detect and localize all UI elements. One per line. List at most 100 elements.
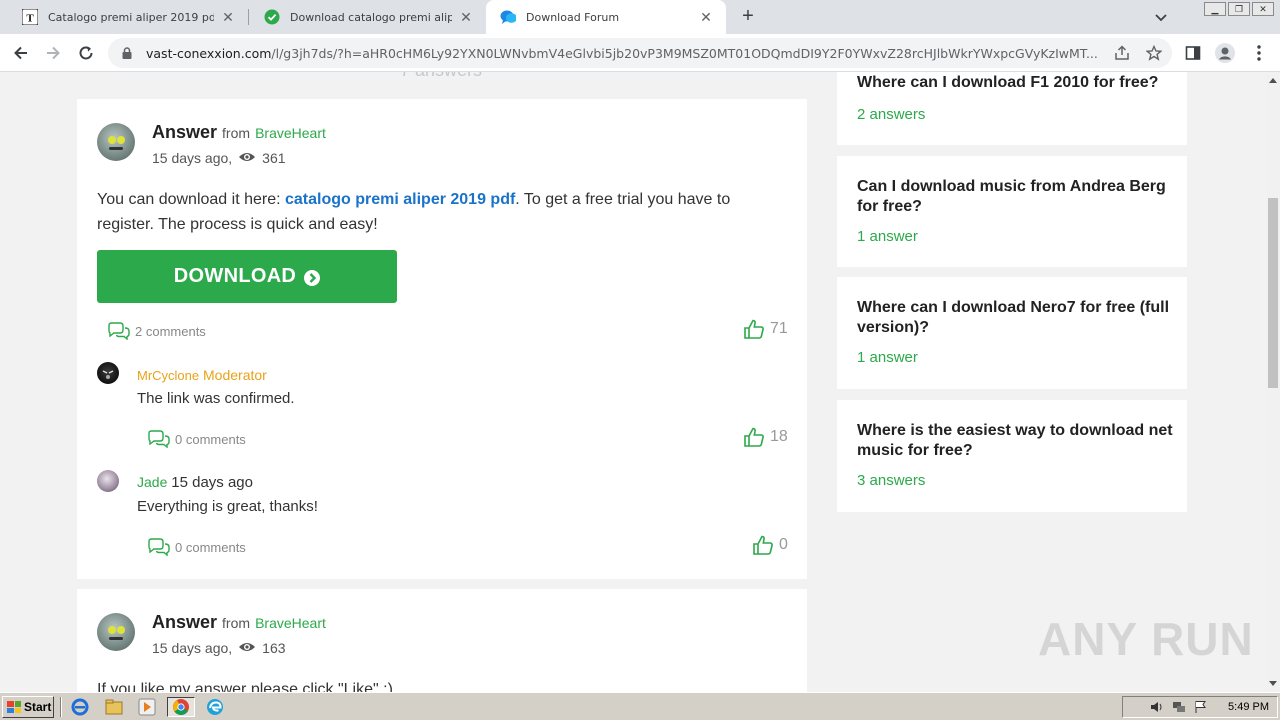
comments-toggle[interactable]: 0 comments [147,538,246,556]
download-button[interactable]: DOWNLOAD [97,250,397,303]
tab-title: Catalogo premi aliper 2019 pdf – Tele [48,10,214,24]
tab-download-forum[interactable]: Download Forum ✕ [486,0,726,34]
eye-icon [238,150,256,166]
download-link[interactable]: catalogo premi aliper 2019 pdf [285,191,515,208]
scrollbar-thumb[interactable] [1268,198,1278,388]
related-question-title[interactable]: Where can I download Nero7 for free (ful… [857,298,1173,338]
scroll-down-arrow-icon[interactable] [1269,681,1277,686]
like-button[interactable]: 18 [744,427,788,447]
scroll-up-arrow-icon[interactable] [1269,78,1277,83]
tab-search-chevron-icon[interactable] [1152,8,1170,26]
comments-count: 0 comments [175,539,246,555]
close-window-icon[interactable]: ✕ [1252,2,1274,16]
file-explorer-icon[interactable] [104,697,124,717]
related-question-card[interactable]: Where can I download F1 2010 for free? 2… [837,72,1187,145]
comments-count: 2 comments [135,323,206,339]
close-tab-icon[interactable]: ✕ [698,9,714,26]
volume-icon[interactable] [1150,700,1164,714]
close-tab-icon[interactable]: ✕ [220,9,236,26]
comments-toggle[interactable]: 2 comments [107,322,206,340]
answer-meta: 15 days ago, 163 [152,640,286,656]
related-question-title[interactable]: Can I download music from Andrea Berg fo… [857,177,1173,217]
minimize-icon[interactable]: ▁ [1204,2,1226,16]
related-question-title[interactable]: Where can I download F1 2010 for free? [857,73,1173,93]
chrome-taskbar-icon[interactable] [167,697,195,717]
profile-avatar-icon[interactable] [1214,42,1236,64]
comment-author: MrCyclone Moderator [137,367,267,383]
start-button[interactable]: Start [2,696,54,718]
url-text[interactable]: vast-conexxion.com/l/g3jh7ds/?h=aHR0cHM6… [146,46,1106,61]
related-question-answers[interactable]: 2 answers [857,106,925,123]
eye-icon [238,640,256,656]
related-question-card[interactable]: Where can I download Nero7 for free (ful… [837,277,1187,389]
like-button[interactable]: 0 [753,535,788,555]
commenter-link[interactable]: Jade [137,474,167,490]
start-label: Start [24,700,52,714]
answer-author-link[interactable]: BraveHeart [255,615,326,631]
windows-taskbar: Start 5:49 PM [0,692,1280,720]
avatar [97,470,119,492]
restore-icon[interactable]: ❐ [1228,2,1250,16]
menu-kebab-icon[interactable] [1248,42,1270,64]
answer-title: Answer [152,122,218,142]
chat-bubble-icon [500,9,516,25]
url-path: /l/g3jh7ds/?h=aHR0cHM6Ly92YXN0LWNvbmV4eG… [271,45,1098,61]
back-arrow-icon[interactable] [10,42,32,64]
lock-icon[interactable] [120,46,134,60]
browser-toolbar: vast-conexxion.com/l/g3jh7ds/?h=aHR0cHM6… [0,34,1280,72]
comment-text: The link was confirmed. [137,390,295,407]
comments-toggle[interactable]: 0 comments [147,430,246,448]
answers-count-heading: 7 answers [400,72,482,81]
share-icon[interactable] [1114,45,1130,61]
action-center-flag-icon[interactable] [1194,700,1208,714]
like-count: 18 [770,428,788,445]
close-tab-icon[interactable]: ✕ [458,9,474,26]
related-question-title[interactable]: Where is the easiest way to download net… [857,421,1173,461]
like-count: 0 [779,536,788,553]
answer-title: Answer [152,612,218,632]
commenter-link[interactable]: MrCyclone [137,368,199,383]
media-player-icon[interactable] [137,697,157,717]
moderator-badge: Moderator [203,367,267,383]
comments-icon [148,430,170,448]
comment-time: 15 days ago [171,474,253,491]
window-controls: ▁ ❐ ✕ [1204,2,1274,16]
related-question-card[interactable]: Can I download music from Andrea Berg fo… [837,156,1187,267]
bookmark-star-icon[interactable] [1145,44,1163,61]
tab-title: Download catalogo premi aliper 2019 [290,10,452,24]
tab-telegraph[interactable]: T Catalogo premi aliper 2019 pdf – Tele … [8,0,248,34]
comment-text: Everything is great, thanks! [137,498,318,515]
forward-arrow-icon[interactable] [42,42,64,64]
thumbs-up-icon [744,319,764,339]
green-check-icon [264,9,280,25]
view-count: 361 [262,150,286,166]
telegraph-icon: T [22,9,38,25]
answer-time: 15 days ago, [152,150,233,166]
forum-page: 7 answers Answer from BraveHeart 15 days… [0,72,1266,692]
network-icon[interactable] [1172,700,1186,714]
new-tab-button[interactable]: + [737,5,759,27]
related-question-answers[interactable]: 3 answers [857,472,925,489]
clock: 5:49 PM [1228,701,1269,713]
avatar [97,613,135,651]
url-domain: vast-conexxion.com [146,45,272,61]
answer-body: If you like my answer please click "Like… [97,681,393,692]
thumbs-up-icon [744,427,764,447]
tab-download-catalogo[interactable]: Download catalogo premi aliper 2019 ✕ [250,0,486,34]
internet-explorer-icon[interactable] [70,697,90,717]
reload-icon[interactable] [75,42,97,64]
side-panel-icon[interactable] [1182,42,1204,64]
like-button[interactable]: 71 [744,319,788,339]
edge-icon[interactable] [205,697,225,717]
avatar [97,123,135,161]
related-question-answers[interactable]: 1 answer [857,228,918,245]
view-count: 163 [262,640,286,656]
answer-author-link[interactable]: BraveHeart [255,125,326,141]
page-scrollbar[interactable] [1266,72,1280,692]
related-question-card[interactable]: Where is the easiest way to download net… [837,400,1187,512]
answer-card: Answer from BraveHeart 15 days ago, 163 … [77,589,807,692]
address-bar[interactable]: vast-conexxion.com/l/g3jh7ds/?h=aHR0cHM6… [108,38,1172,68]
related-question-answers[interactable]: 1 answer [857,349,918,366]
comments-count: 0 comments [175,431,246,447]
answer-time: 15 days ago, [152,640,233,656]
